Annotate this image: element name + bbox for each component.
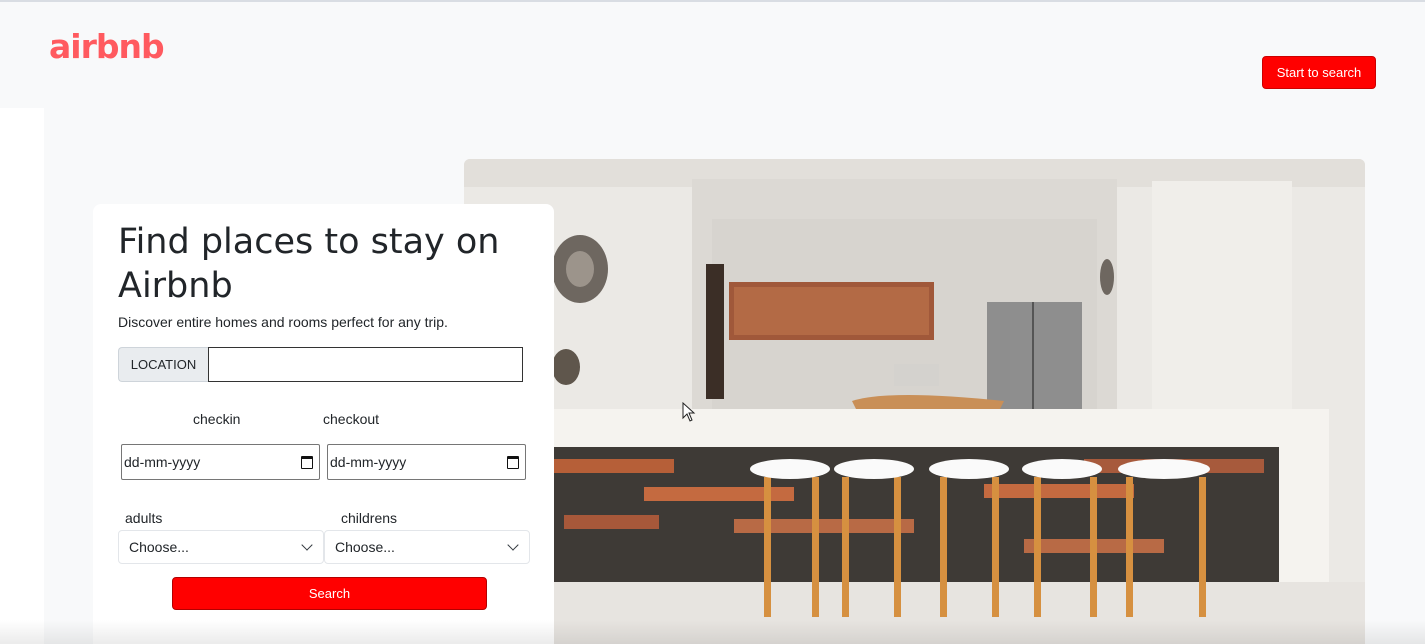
calendar-icon[interactable] <box>507 455 519 469</box>
top-navbar: airbnb Start to search <box>0 0 1425 108</box>
chevron-down-icon <box>507 539 519 551</box>
calendar-icon[interactable] <box>301 455 313 469</box>
childrens-selected-value: Choose... <box>335 539 395 555</box>
checkout-date-value: dd-mm-yyyy <box>330 454 407 470</box>
page-title: Find places to stay on Airbnb <box>118 222 500 306</box>
start-to-search-button[interactable]: Start to search <box>1262 56 1376 89</box>
checkin-date-value: dd-mm-yyyy <box>124 454 201 470</box>
checkout-date-input[interactable]: dd-mm-yyyy <box>327 444 526 480</box>
page-subtitle: Discover entire homes and rooms perfect … <box>118 314 448 330</box>
adults-select[interactable]: Choose... <box>118 530 324 564</box>
childrens-select[interactable]: Choose... <box>324 530 530 564</box>
kitchen-photo <box>464 159 1365 644</box>
checkin-label: checkin <box>193 411 241 427</box>
adults-label: adults <box>125 510 163 526</box>
location-input-group: LOCATION <box>118 347 523 382</box>
logo-text: airbnb <box>49 26 165 66</box>
checkin-date-input[interactable]: dd-mm-yyyy <box>121 444 320 480</box>
location-label: LOCATION <box>118 347 208 382</box>
chevron-down-icon <box>301 539 313 551</box>
checkout-label: checkout <box>323 411 380 427</box>
location-input[interactable] <box>208 347 523 382</box>
airbnb-logo[interactable]: airbnb <box>46 14 165 106</box>
adults-selected-value: Choose... <box>129 539 189 555</box>
search-button[interactable]: Search <box>172 577 487 610</box>
childrens-label: childrens <box>341 510 398 526</box>
